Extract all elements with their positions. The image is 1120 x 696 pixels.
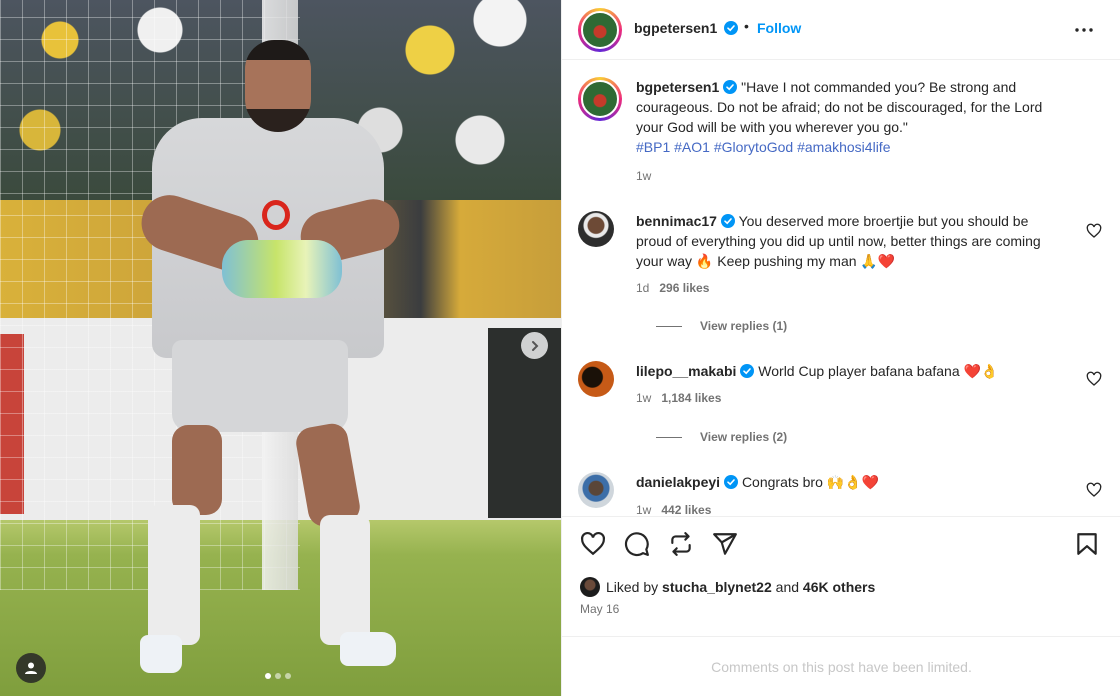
comment-item: lilepo__makabi World Cup player bafana b… <box>578 361 1105 451</box>
caption-hashtags[interactable]: #BP1 #AO1 #GlorytoGod #amakhosi4life <box>636 139 890 155</box>
user-tag-icon <box>25 662 37 674</box>
share-icon[interactable] <box>712 531 738 557</box>
verified-icon <box>724 475 739 489</box>
comment-item: bennimac17 You deserved more broertjie b… <box>578 211 1105 333</box>
comment-age: 1w <box>636 503 652 516</box>
next-slide-button[interactable] <box>521 332 548 359</box>
carousel-dot <box>275 673 281 679</box>
action-bar: Liked by stucha_blynet22 and 46K others … <box>562 516 1120 636</box>
repost-icon[interactable] <box>668 531 694 557</box>
verified-icon <box>740 364 755 378</box>
comment-age: 1w <box>636 391 652 405</box>
commenter-username[interactable]: danielakpeyi <box>636 474 720 490</box>
comment-icon[interactable] <box>624 531 650 557</box>
view-replies-button[interactable]: View replies (1) <box>656 319 787 333</box>
commenter-username[interactable]: bennimac17 <box>636 213 717 229</box>
bookmark-icon[interactable] <box>1074 531 1100 557</box>
post-date[interactable]: May 16 <box>580 602 619 616</box>
verified-icon <box>720 214 735 228</box>
heart-icon[interactable] <box>1086 223 1102 239</box>
header-separator: • <box>744 18 749 34</box>
comment-text: Congrats bro 🙌👌❤️ <box>741 474 880 490</box>
author-avatar[interactable] <box>578 77 622 121</box>
liker-username[interactable]: stucha_blynet22 <box>662 579 772 595</box>
carousel-dot <box>265 673 271 679</box>
comment-meta: 1w 1,184 likes <box>636 391 721 405</box>
heart-icon[interactable] <box>580 531 606 557</box>
tagged-users-button[interactable] <box>16 653 46 683</box>
comment-likes[interactable]: 296 likes <box>659 281 709 295</box>
post-header: bgpetersen1 • Follow <box>562 0 1120 60</box>
comment-likes[interactable]: 1,184 likes <box>661 391 721 405</box>
verified-icon <box>723 80 738 94</box>
carousel-dot <box>285 673 291 679</box>
heart-icon[interactable] <box>1086 371 1102 387</box>
caption-username[interactable]: bgpetersen1 <box>636 79 719 95</box>
follow-button[interactable]: Follow <box>757 20 801 36</box>
more-options-icon[interactable] <box>1072 18 1096 42</box>
caption-age: 1w <box>636 169 652 183</box>
likes-count[interactable]: 46K others <box>803 579 875 595</box>
commenter-username[interactable]: lilepo__makabi <box>636 363 736 379</box>
chevron-right-icon <box>531 340 538 351</box>
comment-likes[interactable]: 442 likes <box>661 503 711 516</box>
comment-text: World Cup player bafana bafana ❤️👌 <box>758 363 999 379</box>
author-username[interactable]: bgpetersen1 <box>634 20 717 36</box>
liker-avatar[interactable] <box>580 577 600 597</box>
verified-icon <box>724 21 738 35</box>
commenter-avatar[interactable] <box>578 211 614 247</box>
post-side-panel: bgpetersen1 • Follow bgpetersen1 "Have I… <box>561 0 1120 696</box>
comment-meta: 1d 296 likes <box>636 281 709 295</box>
caption: bgpetersen1 "Have I not commanded you? B… <box>578 77 1105 187</box>
heart-icon[interactable] <box>1086 482 1102 498</box>
instagram-post-view: bgpetersen1 • Follow bgpetersen1 "Have I… <box>0 0 1120 696</box>
liked-by: Liked by stucha_blynet22 and 46K others <box>580 577 875 597</box>
carousel-indicator <box>265 673 291 679</box>
comments-section[interactable]: bgpetersen1 "Have I not commanded you? B… <box>562 61 1120 516</box>
view-replies-button[interactable]: View replies (2) <box>656 430 787 444</box>
goalkeeper-photo <box>0 0 561 696</box>
comments-limited-notice: Comments on this post have been limited. <box>562 636 1120 696</box>
post-media[interactable] <box>0 0 561 696</box>
commenter-avatar[interactable] <box>578 361 614 397</box>
comment-age: 1d <box>636 281 650 295</box>
author-avatar[interactable] <box>578 8 622 52</box>
commenter-avatar[interactable] <box>578 472 614 508</box>
comment-meta: 1w 442 likes <box>636 503 711 516</box>
comment-item: danielakpeyi Congrats bro 🙌👌❤️ 1w 442 lik… <box>578 472 1105 516</box>
